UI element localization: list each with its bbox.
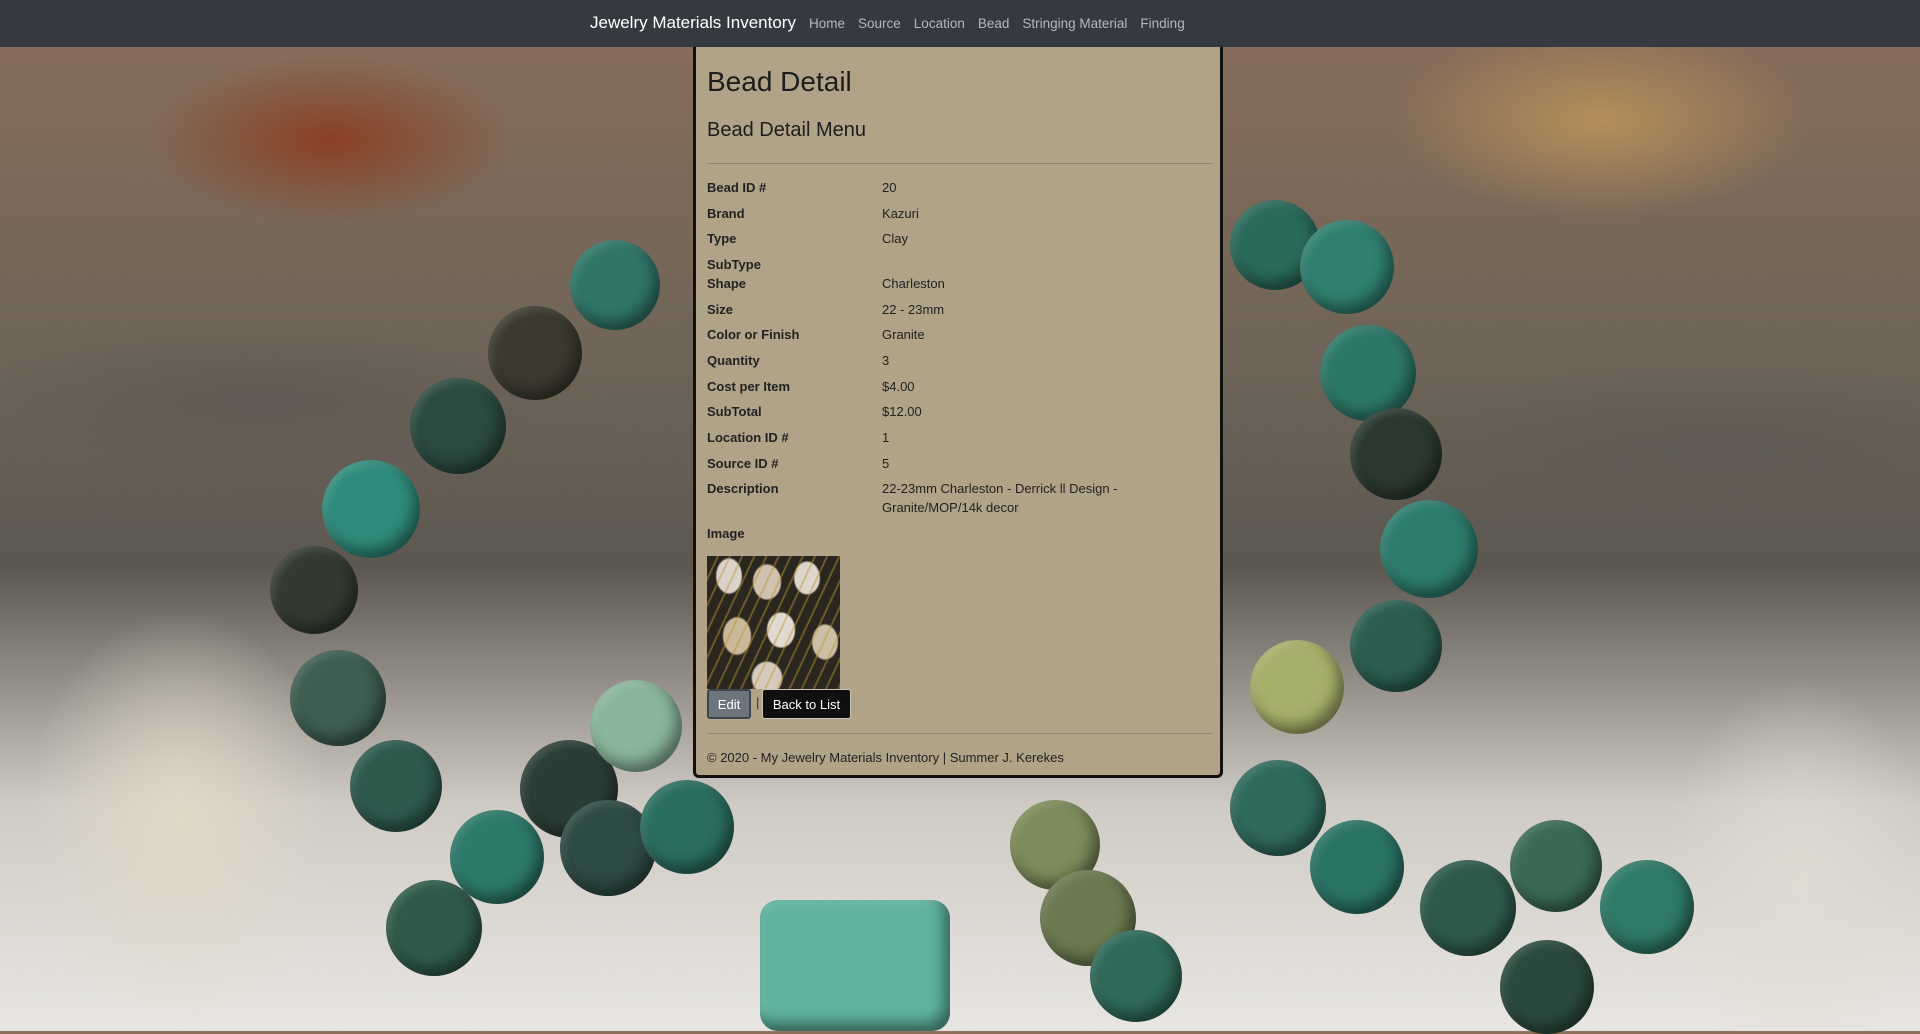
- action-separator: |: [756, 695, 760, 710]
- detail-label: Quantity: [707, 353, 760, 368]
- nav-link-bead[interactable]: Bead: [978, 16, 1010, 31]
- page-subtitle: Bead Detail Menu: [707, 119, 866, 141]
- footer-text: © 2020 - My Jewelry Materials Inventory …: [707, 750, 1064, 765]
- page-title: Bead Detail: [707, 66, 852, 97]
- edit-button[interactable]: Edit: [707, 689, 751, 719]
- divider: [707, 163, 1213, 164]
- detail-label: SubType: [707, 257, 761, 272]
- detail-label: Size: [707, 302, 734, 317]
- footer-divider: [707, 733, 1213, 734]
- detail-value: 20: [882, 180, 897, 195]
- detail-label: Bead ID #: [707, 180, 767, 195]
- detail-label: Type: [707, 231, 737, 246]
- detail-value: Granite: [882, 327, 925, 342]
- detail-label: Source ID #: [707, 456, 779, 471]
- detail-value: 1: [882, 430, 890, 445]
- detail-value: $12.00: [882, 404, 922, 419]
- detail-value: $4.00: [882, 379, 915, 394]
- detail-label: Cost per Item: [707, 379, 791, 394]
- brand-link[interactable]: Jewelry Materials Inventory: [590, 13, 796, 33]
- detail-label: Description: [707, 481, 779, 496]
- detail-value: Charleston: [882, 276, 945, 291]
- detail-value: Kazuri: [882, 206, 919, 221]
- detail-value: Clay: [882, 231, 909, 246]
- nav-link-source[interactable]: Source: [858, 16, 901, 31]
- bead-image: [707, 556, 840, 689]
- detail-value: 22 - 23mm: [882, 302, 945, 317]
- detail-label: SubTotal: [707, 404, 762, 419]
- detail-value: 22-23mm Charleston - Derrick ll Design -…: [882, 481, 1118, 515]
- nav-link-finding[interactable]: Finding: [1140, 16, 1184, 31]
- nav-link-home[interactable]: Home: [809, 16, 845, 31]
- nav-link-stringing-material[interactable]: Stringing Material: [1022, 16, 1127, 31]
- detail-value: 5: [882, 456, 890, 471]
- detail-label: Brand: [707, 206, 745, 221]
- detail-label: Image: [707, 526, 745, 541]
- detail-card: Bead Detail Bead Detail Menu Bead ID # 2…: [693, 44, 1223, 778]
- back-to-list-button[interactable]: Back to List: [762, 689, 851, 719]
- detail-label: Shape: [707, 276, 747, 291]
- nav-links: Home Source Location Bead Stringing Mate…: [809, 16, 1198, 31]
- detail-label: Color or Finish: [707, 327, 800, 342]
- nav-link-location[interactable]: Location: [914, 16, 965, 31]
- detail-value: 3: [882, 353, 890, 368]
- detail-label: Location ID #: [707, 430, 789, 445]
- top-navbar: Jewelry Materials Inventory Home Source …: [0, 0, 1920, 47]
